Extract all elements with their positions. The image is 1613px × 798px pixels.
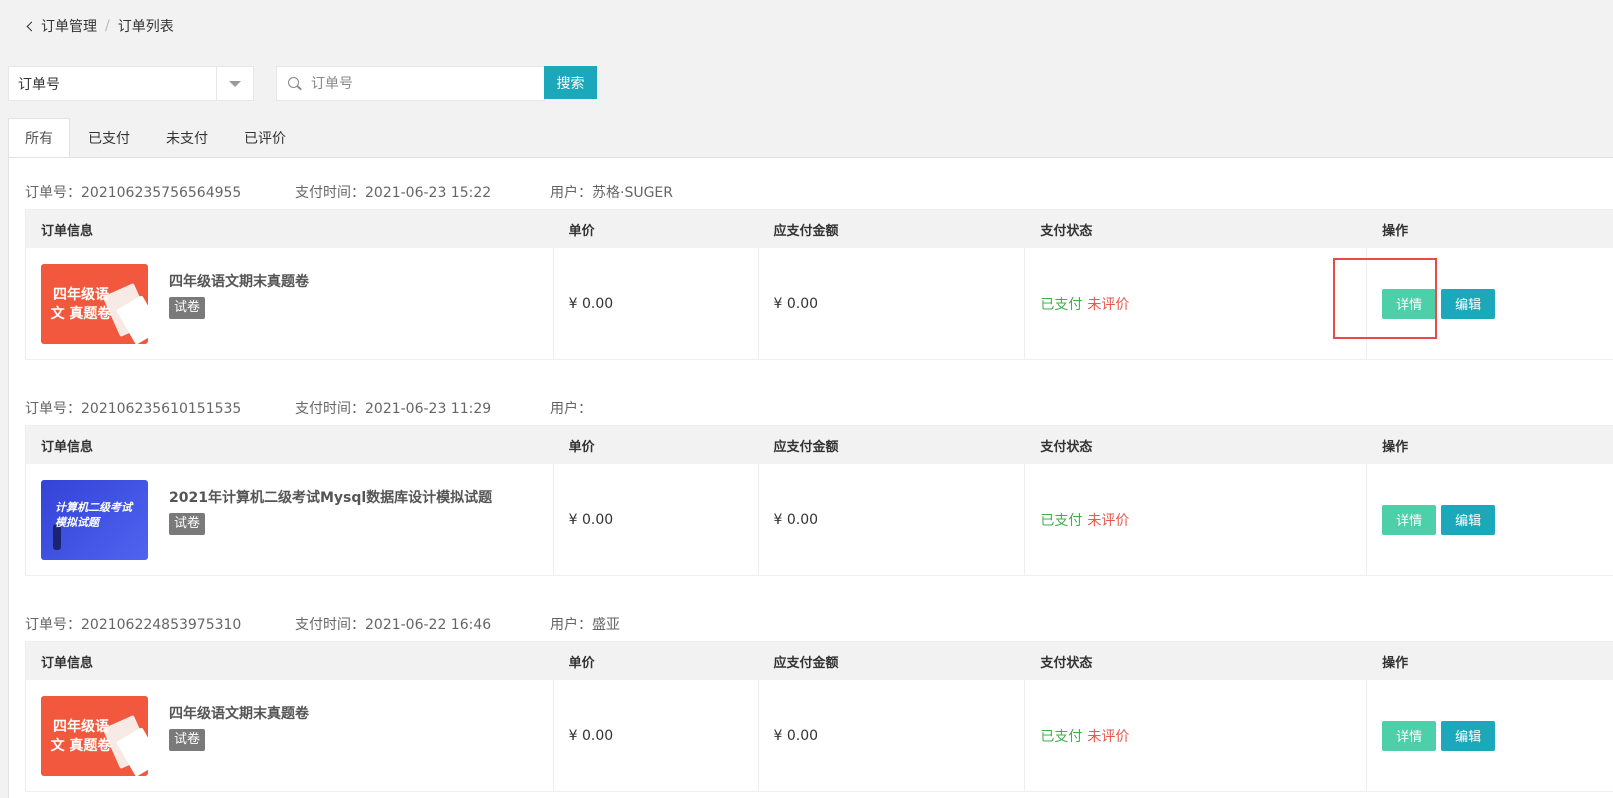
order-info-cell: 四年级语文 真题卷 四年级语文期末真题卷 试卷 xyxy=(26,680,554,791)
header-ops: 操作 xyxy=(1382,439,1409,455)
product-tag: 试卷 xyxy=(169,512,206,535)
product-thumbnail[interactable]: 四年级语文 真题卷 xyxy=(41,263,148,344)
order-number: 订单号：202106235610151535 xyxy=(25,401,242,417)
thumbnail-text: 四年级语文 真题卷 xyxy=(50,286,112,322)
review-status: 未评价 xyxy=(1087,728,1130,745)
amount-cell: ¥ 0.00 xyxy=(759,464,1026,575)
review-status: 未评价 xyxy=(1087,296,1130,313)
product-info: 2021年计算机二级考试Mysql数据库设计模拟试题 试卷 xyxy=(169,471,492,551)
search-type-value: 订单号 xyxy=(18,76,60,93)
tab-all[interactable]: 所有 xyxy=(8,118,70,158)
product-thumbnail[interactable]: 四年级语文 真题卷 xyxy=(41,695,148,776)
pay-status: 已支付 xyxy=(1040,296,1083,313)
table-header: 订单信息 单价 应支付金额 支付状态 操作 xyxy=(26,642,1613,680)
product-tag: 试卷 xyxy=(169,728,206,751)
amount-cell: ¥ 0.00 xyxy=(759,680,1026,791)
search-input[interactable] xyxy=(309,67,544,100)
status-cell: 已支付 未评价 xyxy=(1025,680,1368,791)
order-user: 用户：苏格·SUGER xyxy=(550,185,674,201)
header-price: 单价 xyxy=(568,439,595,455)
search-button[interactable]: 搜索 xyxy=(544,66,597,99)
order-meta: 订单号：202106235756564955 支付时间：2021-06-23 1… xyxy=(25,182,673,202)
header-price: 单价 xyxy=(568,655,595,671)
header-status: 支付状态 xyxy=(1040,655,1093,671)
amount-cell: ¥ 0.00 xyxy=(759,248,1026,359)
header-order-info: 订单信息 xyxy=(41,223,94,239)
caret-down-icon xyxy=(229,80,241,87)
order-info-cell: 计算机二级考试 模拟试题 2021年计算机二级考试Mysql数据库设计模拟试题 … xyxy=(26,464,554,575)
price-cell: ¥ 0.00 xyxy=(554,248,759,359)
ops-cell: 详情 编辑 xyxy=(1367,680,1613,791)
price-cell: ¥ 0.00 xyxy=(554,464,759,575)
ops-cell: 详情 编辑 xyxy=(1367,248,1613,359)
product-title: 2021年计算机二级考试Mysql数据库设计模拟试题 xyxy=(169,489,493,506)
header-amount: 应支付金额 xyxy=(773,439,839,455)
detail-button[interactable]: 详情 xyxy=(1382,720,1437,751)
pay-status: 已支付 xyxy=(1040,512,1083,529)
header-order-info: 订单信息 xyxy=(41,655,94,671)
product-tag: 试卷 xyxy=(169,296,206,319)
header-ops: 操作 xyxy=(1382,655,1409,671)
order-table: 订单信息 单价 应支付金额 支付状态 操作 四年级语文 真题卷 四年级语文期末真… xyxy=(25,641,1613,792)
header-order-info: 订单信息 xyxy=(41,439,94,455)
breadcrumb-separator: / xyxy=(105,18,110,34)
review-status: 未评价 xyxy=(1087,512,1130,529)
product-info: 四年级语文期末真题卷 试卷 xyxy=(169,687,309,767)
product-info: 四年级语文期末真题卷 试卷 xyxy=(169,255,309,335)
order-user: 用户：盛亚 xyxy=(550,617,620,633)
select-caret-box[interactable] xyxy=(216,67,253,100)
order-meta: 订单号：202106235610151535 支付时间：2021-06-23 1… xyxy=(25,398,592,418)
pay-time: 支付时间：2021-06-22 16:46 xyxy=(295,617,492,633)
order-list-panel: 订单号：202106235756564955 支付时间：2021-06-23 1… xyxy=(8,157,1613,798)
chevron-left-icon[interactable] xyxy=(26,21,37,32)
product-title: 四年级语文期末真题卷 xyxy=(169,705,309,722)
table-header: 订单信息 单价 应支付金额 支付状态 操作 xyxy=(26,426,1613,464)
breadcrumb: 订单管理 / 订单列表 xyxy=(26,16,174,36)
status-tabs: 所有 已支付 未支付 已评价 xyxy=(8,118,304,158)
pay-status: 已支付 xyxy=(1040,728,1083,745)
order-number: 订单号：202106235756564955 xyxy=(25,185,242,201)
search-type-select[interactable]: 订单号 xyxy=(8,66,254,101)
status-cell: 已支付 未评价 xyxy=(1025,464,1368,575)
order-table: 订单信息 单价 应支付金额 支付状态 操作 四年级语文 真题卷 四年级语文期末真… xyxy=(25,209,1613,360)
edit-button[interactable]: 编辑 xyxy=(1441,720,1496,751)
header-status: 支付状态 xyxy=(1040,439,1093,455)
order-info-cell: 四年级语文 真题卷 四年级语文期末真题卷 试卷 xyxy=(26,248,554,359)
price-cell: ¥ 0.00 xyxy=(554,680,759,791)
tab-reviewed[interactable]: 已评价 xyxy=(226,118,304,158)
header-status: 支付状态 xyxy=(1040,223,1093,239)
table-row: 计算机二级考试 模拟试题 2021年计算机二级考试Mysql数据库设计模拟试题 … xyxy=(26,464,1613,575)
tab-paid[interactable]: 已支付 xyxy=(70,118,148,158)
table-row: 四年级语文 真题卷 四年级语文期末真题卷 试卷 ¥ 0.00 ¥ 0.00 已支… xyxy=(26,680,1613,791)
breadcrumb-current: 订单列表 xyxy=(117,19,174,35)
thumbnail-text: 四年级语文 真题卷 xyxy=(50,718,112,754)
order-table: 订单信息 单价 应支付金额 支付状态 操作 计算机二级考试 模拟试题 2021年… xyxy=(25,425,1613,576)
edit-button[interactable]: 编辑 xyxy=(1441,504,1496,535)
header-price: 单价 xyxy=(568,223,595,239)
order-number: 订单号：202106224853975310 xyxy=(25,617,242,633)
header-amount: 应支付金额 xyxy=(773,223,839,239)
status-cell: 已支付 未评价 xyxy=(1025,248,1368,359)
breadcrumb-order-management[interactable]: 订单管理 xyxy=(41,16,97,36)
header-ops: 操作 xyxy=(1382,223,1409,239)
detail-button[interactable]: 详情 xyxy=(1382,288,1437,319)
order-user: 用户： xyxy=(550,401,592,417)
product-thumbnail[interactable]: 计算机二级考试 模拟试题 xyxy=(41,479,148,560)
search-box xyxy=(276,66,545,101)
product-title: 四年级语文期末真题卷 xyxy=(169,273,309,290)
order-meta: 订单号：202106224853975310 支付时间：2021-06-22 1… xyxy=(25,614,620,634)
search-icon xyxy=(288,76,302,91)
detail-button[interactable]: 详情 xyxy=(1382,504,1437,535)
ops-cell: 详情 编辑 xyxy=(1367,464,1613,575)
table-header: 订单信息 单价 应支付金额 支付状态 操作 xyxy=(26,210,1613,248)
pay-time: 支付时间：2021-06-23 11:29 xyxy=(295,401,492,417)
edit-button[interactable]: 编辑 xyxy=(1441,288,1496,319)
thumbnail-text: 计算机二级考试 模拟试题 xyxy=(55,500,132,529)
header-amount: 应支付金额 xyxy=(773,655,839,671)
pay-time: 支付时间：2021-06-23 15:22 xyxy=(295,185,492,201)
table-row: 四年级语文 真题卷 四年级语文期末真题卷 试卷 ¥ 0.00 ¥ 0.00 已支… xyxy=(26,248,1613,359)
tab-unpaid[interactable]: 未支付 xyxy=(148,118,226,158)
